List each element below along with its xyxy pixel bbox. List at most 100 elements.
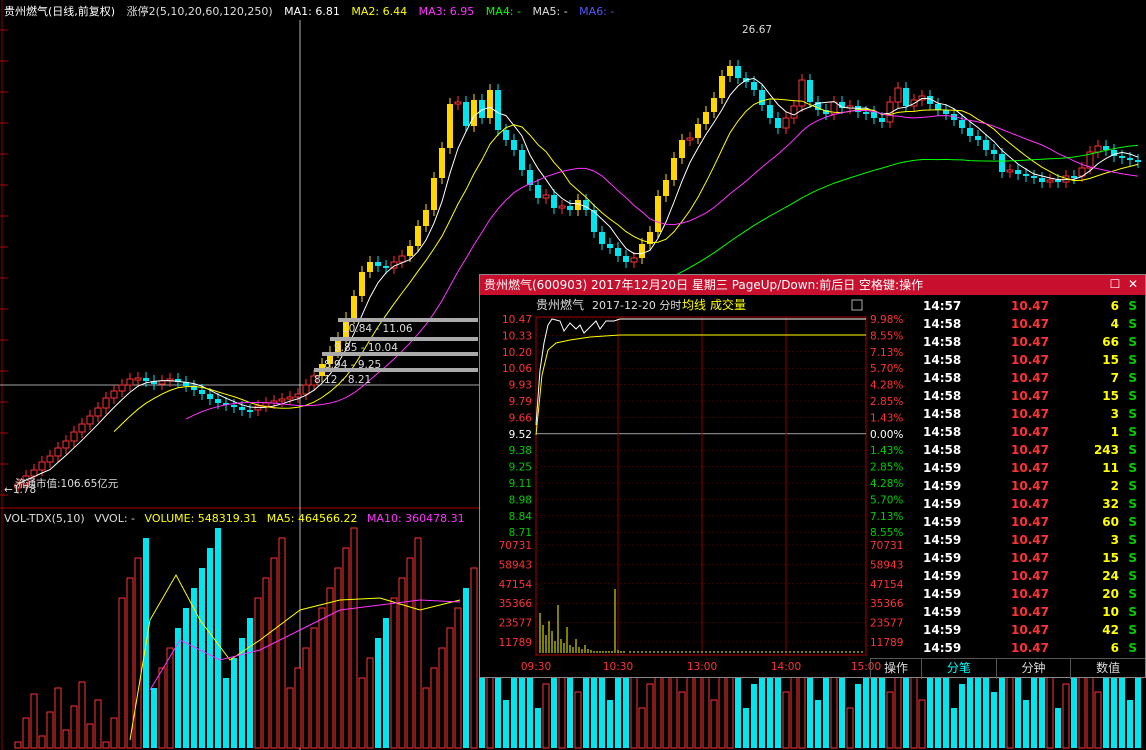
candle-body bbox=[1094, 145, 1102, 153]
mini-toggle-icon[interactable] bbox=[851, 299, 863, 311]
tab-ticks[interactable]: 分笔 bbox=[921, 659, 996, 679]
volume-bar bbox=[302, 647, 310, 749]
tick-list[interactable]: 14:57 10.47 6 S 14:58 10.47 4 S 14:58 10.47 66 S 14:… bbox=[921, 295, 1146, 657]
tick-time: 14:59 bbox=[923, 461, 962, 475]
candle-body bbox=[207, 394, 213, 399]
candle-body bbox=[983, 140, 989, 150]
volume-bar bbox=[286, 687, 294, 749]
candle-body bbox=[1103, 146, 1109, 150]
tick-row: 14:59 10.47 10 S bbox=[921, 603, 1145, 621]
candle-body bbox=[431, 178, 437, 210]
tick-time: 14:59 bbox=[923, 605, 962, 619]
intraday-chart[interactable]: 贵州燃气 2017-12-20 分时 均线 成交量 10.47 9.98% 10.33 8.5… bbox=[480, 295, 920, 677]
volume-bar bbox=[110, 717, 118, 749]
maximize-icon[interactable]: ☐ bbox=[1108, 277, 1122, 291]
tick-side: S bbox=[1128, 623, 1137, 637]
tick-price: 10.47 bbox=[1011, 461, 1049, 475]
candle-body bbox=[903, 88, 909, 106]
candle-body bbox=[454, 101, 462, 105]
tick-price: 10.47 bbox=[1011, 569, 1049, 583]
candle-body bbox=[398, 255, 406, 263]
volume-bar bbox=[231, 658, 237, 748]
vol-ma5-value: MA5: 464566.22 bbox=[266, 512, 358, 525]
candle-body bbox=[439, 148, 445, 178]
tick-volume: 10 bbox=[1102, 605, 1119, 619]
pct-axis-label: 0.00% bbox=[870, 429, 903, 441]
tick-volume: 11 bbox=[1102, 461, 1119, 475]
tab-minutes[interactable]: 分钟 bbox=[995, 659, 1071, 679]
avg-price-line bbox=[535, 334, 866, 436]
tick-row: 14:59 10.47 42 S bbox=[921, 621, 1145, 639]
candle-body bbox=[790, 105, 798, 119]
candle-body bbox=[367, 262, 373, 272]
candle-body bbox=[110, 390, 118, 399]
candle-body bbox=[807, 80, 813, 102]
tick-volume: 3 bbox=[1110, 407, 1119, 421]
vol-axis-label: 47154 bbox=[499, 579, 533, 591]
volume-bar bbox=[310, 627, 318, 749]
candle-body bbox=[463, 102, 469, 126]
tab-operation[interactable]: 操作 bbox=[870, 659, 921, 679]
mini-date: 2017-12-20 分时 bbox=[592, 299, 681, 312]
close-icon[interactable]: ✕ bbox=[1126, 277, 1140, 291]
price-axis-label: 8.84 bbox=[509, 511, 533, 523]
candle-body bbox=[247, 410, 253, 412]
vol-axis-label-right: 35366 bbox=[870, 598, 904, 610]
price-axis-label: 9.79 bbox=[509, 396, 532, 408]
volume-bar bbox=[102, 741, 110, 749]
candle-body bbox=[239, 407, 245, 410]
mini-frame bbox=[535, 316, 867, 656]
pct-axis-label: 9.98% bbox=[870, 314, 903, 326]
tick-side: S bbox=[1128, 515, 1137, 529]
candle-body bbox=[999, 154, 1005, 172]
volume-bar bbox=[846, 707, 854, 749]
price-axis-label: 9.25 bbox=[509, 462, 532, 474]
candle-body bbox=[1119, 156, 1125, 158]
price-axis-label: 8.98 bbox=[509, 494, 532, 506]
volume-bar bbox=[535, 708, 541, 748]
volume-bar bbox=[94, 699, 102, 749]
volume-bar bbox=[511, 676, 517, 748]
candle-body bbox=[231, 405, 237, 407]
volume-bar bbox=[270, 557, 278, 749]
tick-time: 14:58 bbox=[923, 353, 962, 367]
candle-body bbox=[894, 87, 902, 103]
volume-bar bbox=[366, 657, 374, 749]
candle-body bbox=[695, 124, 701, 138]
volume-bar bbox=[918, 699, 926, 749]
tab-values[interactable]: 数值 bbox=[1070, 659, 1145, 679]
volume-bar bbox=[959, 684, 965, 748]
volume-bar bbox=[886, 691, 894, 749]
tick-row: 14:59 10.47 24 S bbox=[921, 567, 1145, 585]
price-axis-label: 10.06 bbox=[502, 363, 532, 375]
tick-price: 10.47 bbox=[1011, 497, 1049, 511]
tick-price: 10.47 bbox=[1011, 443, 1049, 457]
tick-row: 14:58 10.47 66 S bbox=[921, 333, 1145, 351]
tick-side: S bbox=[1128, 371, 1137, 385]
tick-side: S bbox=[1128, 317, 1137, 331]
candle-body bbox=[302, 384, 310, 395]
vol-ma10-value: MA10: 360478.31 bbox=[366, 512, 465, 525]
volume-bar bbox=[334, 567, 342, 749]
tick-row: 14:58 10.47 1 S bbox=[921, 423, 1145, 441]
candle-body bbox=[767, 105, 773, 118]
tick-time: 14:59 bbox=[923, 587, 962, 601]
candle-body bbox=[630, 257, 638, 263]
volume-bar bbox=[350, 527, 358, 749]
tick-row: 14:58 10.47 15 S bbox=[921, 351, 1145, 369]
tick-side: S bbox=[1128, 479, 1137, 493]
candle-body bbox=[1055, 180, 1061, 182]
candle-body bbox=[959, 120, 965, 128]
intraday-popup[interactable]: 贵州燃气(600903) 2017年12月20日 星期三 PageUp/Down… bbox=[479, 274, 1146, 679]
tick-side: S bbox=[1128, 551, 1137, 565]
tick-time: 14:57 bbox=[923, 299, 962, 313]
tick-time: 14:59 bbox=[923, 479, 962, 493]
volume-bar bbox=[710, 699, 718, 749]
price-axis-label: 9.66 bbox=[509, 412, 533, 424]
tick-price: 10.47 bbox=[1011, 479, 1049, 493]
popup-titlebar[interactable]: 贵州燃气(600903) 2017年12月20日 星期三 PageUp/Down… bbox=[480, 275, 1145, 295]
tick-price: 10.47 bbox=[1011, 623, 1049, 637]
volume-bar bbox=[262, 577, 270, 749]
volume-bar bbox=[751, 684, 757, 748]
volume-bar bbox=[294, 667, 302, 749]
